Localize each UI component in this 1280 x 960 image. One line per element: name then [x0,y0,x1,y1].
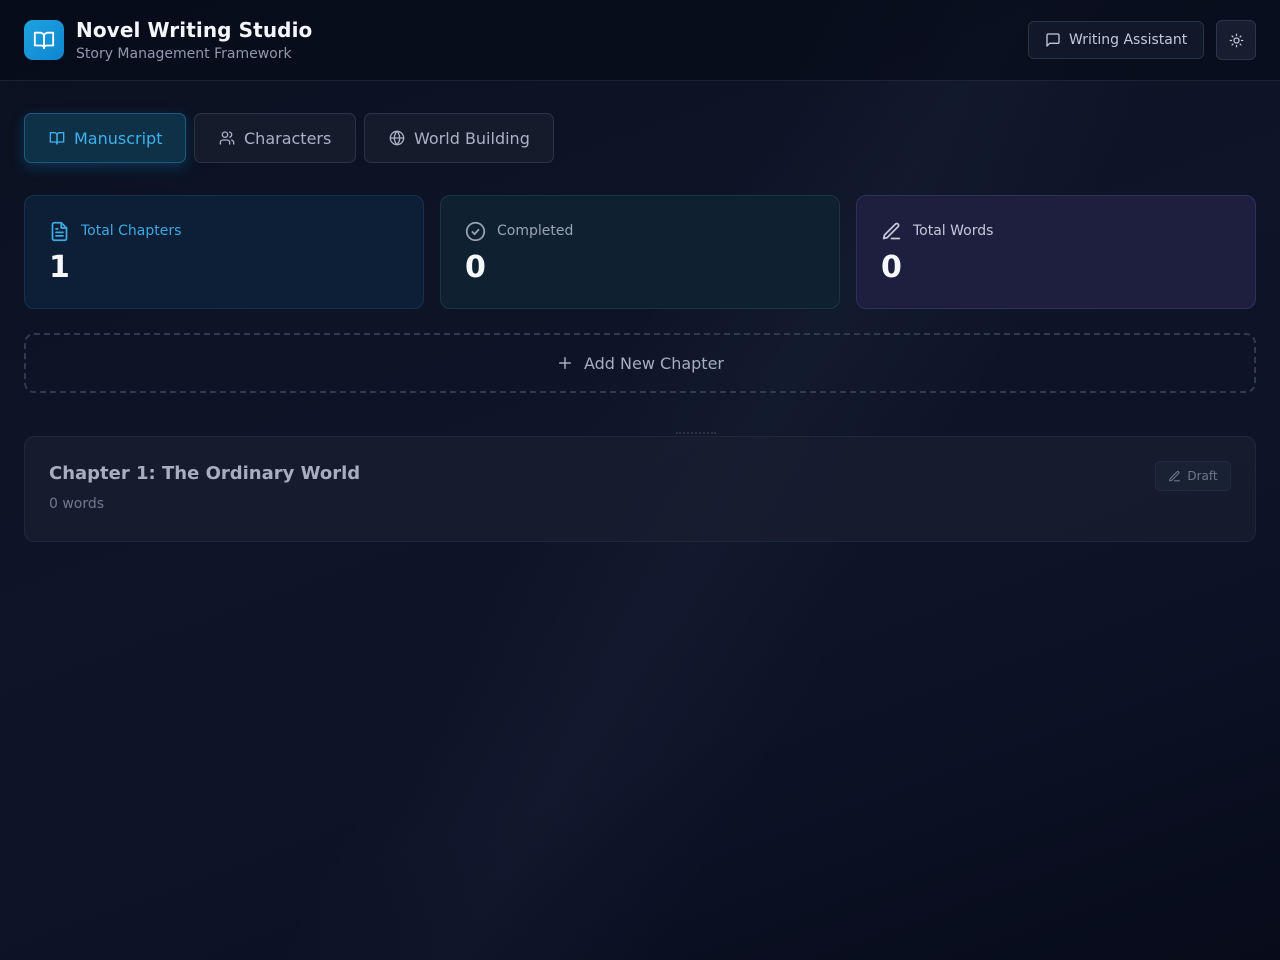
stat-value: 0 [881,250,902,285]
app-header: Novel Writing Studio Story Management Fr… [0,0,1280,81]
file-text-icon [49,221,70,242]
stat-label: Completed [497,223,574,239]
sun-icon [1229,33,1244,48]
pencil-icon [1168,470,1181,483]
chapter-card[interactable]: Chapter 1: The Ordinary World 0 words Dr… [24,436,1256,542]
book-open-icon [33,29,55,51]
add-chapter-button[interactable]: Add New Chapter [24,333,1256,393]
stat-value: 0 [465,250,486,285]
stat-label: Total Chapters [81,223,182,239]
tab-label: World Building [414,128,530,148]
users-icon [219,130,235,146]
message-square-icon [1045,32,1061,48]
stat-label: Total Words [913,223,994,239]
tab-label: Manuscript [74,128,163,148]
tab-characters[interactable]: Characters [194,113,356,163]
writing-assistant-label: Writing Assistant [1069,32,1188,48]
tab-manuscript[interactable]: Manuscript [24,113,186,163]
check-circle-icon [465,221,486,242]
book-open-icon [49,130,65,146]
chapter-title[interactable]: Chapter 1: The Ordinary World [49,463,1231,484]
app-subtitle: Story Management Framework [76,46,292,62]
theme-toggle-button[interactable] [1216,20,1256,60]
stat-card-total-chapters: Total Chapters 1 [24,195,424,309]
app-title: Novel Writing Studio [76,18,313,42]
status-badge[interactable]: Draft [1155,461,1231,491]
globe-icon [389,130,405,146]
stat-card-completed: Completed 0 [440,195,840,309]
plus-icon [556,354,574,372]
pen-icon [881,221,902,242]
chapter-word-count: 0 words [49,496,105,512]
stat-card-total-words: Total Words 0 [856,195,1256,309]
writing-assistant-button[interactable]: Writing Assistant [1028,21,1204,59]
status-label: Draft [1187,469,1218,483]
stat-value: 1 [49,250,70,285]
tab-label: Characters [244,128,332,148]
add-chapter-label: Add New Chapter [583,353,724,373]
tab-world-building[interactable]: World Building [364,113,554,163]
app-logo [24,20,64,60]
